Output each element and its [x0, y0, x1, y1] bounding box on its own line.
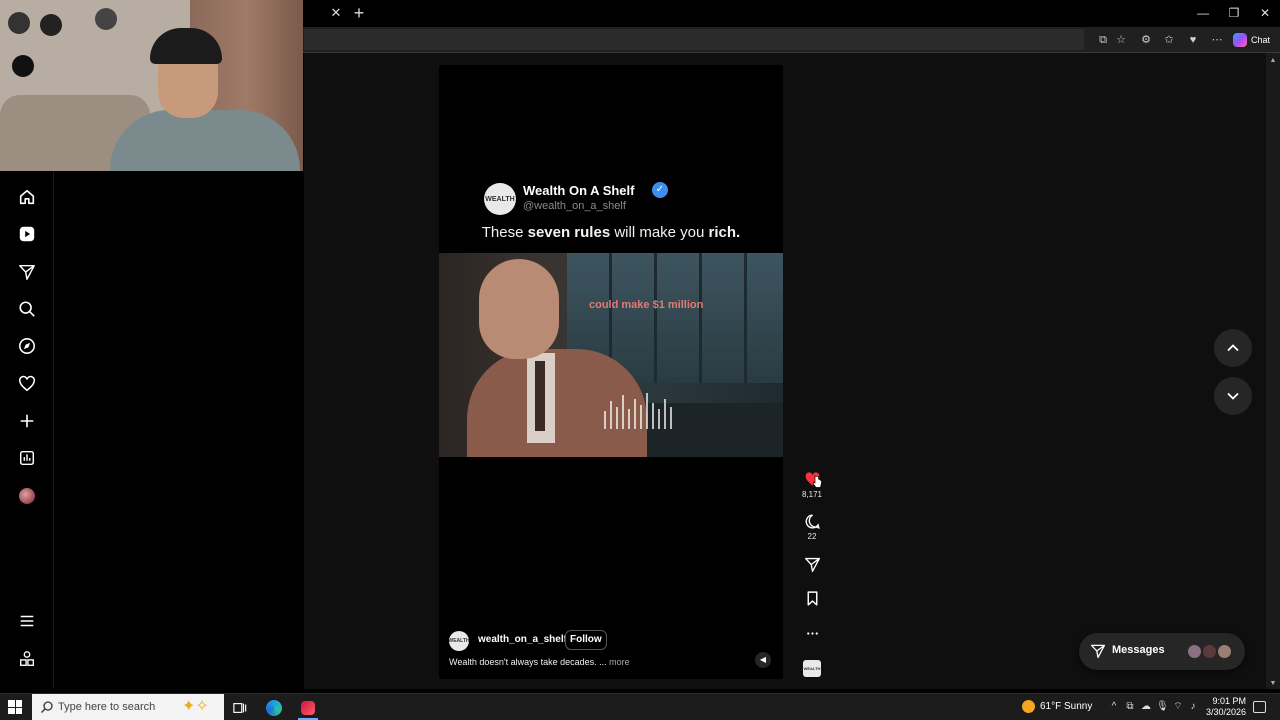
next-reel-button[interactable] — [1214, 377, 1252, 415]
caption-text: Wealth doesn't always take decades. ... — [449, 657, 607, 667]
chevron-up-icon — [1227, 344, 1239, 352]
microphone-icon[interactable]: 🎙 — [1156, 701, 1169, 713]
search-placeholder: Type here to search — [58, 701, 156, 713]
bookmark-icon — [807, 591, 817, 606]
video-subtitle: could make $1 million — [589, 299, 704, 311]
headline-bold: seven rules — [527, 224, 611, 241]
search-icon[interactable] — [17, 299, 37, 319]
hand-cursor-icon — [812, 475, 822, 488]
webcam-overlay — [0, 0, 303, 171]
cloud-icon[interactable]: ☁ — [1140, 701, 1152, 713]
send-icon[interactable] — [17, 262, 37, 282]
minimize-icon[interactable]: — — [1195, 5, 1211, 21]
avatar-text: WEALTH — [803, 666, 821, 671]
post-account-name: Wealth On A Shelf — [523, 183, 635, 198]
share-button[interactable] — [800, 556, 824, 573]
taskbar-search[interactable]: Type here to search ✦✧ — [32, 694, 224, 720]
speaker-icon[interactable]: ♪ — [1187, 701, 1199, 713]
network-icon[interactable]: ⌔ — [1172, 701, 1184, 713]
browser-essentials-icon[interactable]: ♥ — [1186, 33, 1200, 47]
copilot-label: Chat — [1251, 35, 1271, 45]
home-icon[interactable] — [17, 187, 37, 207]
volume-icon[interactable]: ◀ — [755, 652, 771, 668]
copilot-chat-button[interactable]: Chat — [1233, 31, 1270, 49]
chevron-down-icon — [1227, 392, 1239, 400]
search-icon — [41, 701, 53, 713]
favorites-icon[interactable]: ✩ — [1162, 33, 1176, 47]
system-clock[interactable]: 9:01 PM 3/30/2026 — [1200, 696, 1246, 718]
menu-icon[interactable] — [17, 611, 37, 631]
scroll-up-arrow-icon[interactable]: ▲ — [1269, 57, 1277, 65]
notification-icon[interactable] — [1253, 701, 1266, 713]
tray-expand-icon[interactable]: ^ — [1108, 701, 1120, 713]
extensions-icon[interactable]: ⚙ — [1139, 33, 1153, 47]
like-count: 8,171 — [801, 490, 823, 499]
headline-bold: rich. — [708, 224, 741, 241]
messages-label: Messages — [1112, 644, 1165, 656]
share-icon — [804, 557, 820, 572]
copilot-icon — [1233, 33, 1247, 47]
scroll-down-arrow-icon[interactable]: ▼ — [1269, 680, 1277, 688]
message-avatar — [1216, 643, 1233, 660]
follow-button[interactable]: Follow — [565, 630, 607, 650]
reel-video[interactable]: WEALTH Wealth On A Shelf ✓ @wealth_on_a_… — [439, 65, 783, 679]
task-view-icon[interactable] — [230, 698, 250, 718]
tray-app-icon[interactable]: ⧉ — [1124, 701, 1136, 713]
instagram-app-icon[interactable] — [298, 698, 318, 718]
post-avatar: WEALTH — [484, 183, 516, 215]
profile-avatar[interactable] — [17, 486, 37, 506]
messages-button[interactable]: Messages — [1079, 633, 1245, 670]
reel-frame-image: could make $1 million — [439, 253, 783, 457]
ellipsis-icon — [806, 632, 818, 635]
more-options-button[interactable] — [800, 625, 824, 642]
windows-taskbar: Type here to search ✦✧ 61°F Sunny ^ ⧉ ☁ … — [0, 693, 1280, 720]
window-close-icon[interactable]: ✕ — [1257, 5, 1273, 21]
messages-icon — [1090, 644, 1106, 659]
caption-more-link[interactable]: more — [609, 657, 630, 667]
windows-start-icon[interactable] — [8, 700, 22, 714]
audio-thumbnail[interactable]: WEALTH — [803, 660, 821, 677]
comment-icon — [805, 514, 820, 529]
edge-browser-icon[interactable] — [264, 698, 284, 718]
audio-waveform — [604, 393, 672, 429]
verified-badge-icon: ✓ — [652, 182, 668, 198]
previous-reel-button[interactable] — [1214, 329, 1252, 367]
avatar-text: WEALTH — [485, 195, 515, 203]
avatar-text: WEALTH — [448, 638, 470, 644]
post-headline: These seven rules will make you rich. — [439, 224, 783, 241]
split-screen-icon[interactable]: ⧉ — [1096, 33, 1110, 47]
sparkle-icon: ✦✧ — [182, 698, 209, 715]
url-field[interactable] — [304, 29, 1084, 50]
create-icon[interactable] — [17, 411, 37, 431]
more-apps-icon[interactable] — [17, 649, 37, 669]
post-caption: Wealth doesn't always take decades. ... … — [449, 657, 630, 667]
explore-icon[interactable] — [17, 336, 37, 356]
post-header: WEALTH Wealth On A Shelf ✓ @wealth_on_a_… — [484, 181, 744, 215]
clock-date: 3/30/2026 — [1205, 707, 1246, 717]
dashboard-icon[interactable] — [17, 448, 37, 468]
footer-username[interactable]: wealth_on_a_shelf — [478, 634, 567, 645]
sun-icon — [1022, 700, 1035, 713]
favorite-star-icon[interactable]: ☆ — [1114, 33, 1128, 47]
headline-part: will make you — [610, 224, 709, 241]
left-navigation — [0, 171, 54, 689]
comment-button[interactable]: 22 — [800, 513, 824, 541]
clock-time: 9:01 PM — [1212, 696, 1246, 706]
tab-close-icon[interactable]: ✕ — [329, 6, 343, 20]
more-icon[interactable]: ⋯ — [1210, 33, 1224, 47]
reels-icon[interactable] — [17, 224, 37, 244]
comment-count: 22 — [807, 532, 817, 541]
heart-icon[interactable] — [17, 374, 37, 394]
save-button[interactable] — [800, 590, 824, 607]
new-tab-icon[interactable]: + — [351, 4, 367, 22]
weather-widget[interactable]: 61°F Sunny — [1022, 700, 1092, 713]
restore-icon[interactable]: ❐ — [1226, 5, 1242, 21]
headline-part: These — [481, 224, 528, 241]
post-account-handle: @wealth_on_a_shelf — [523, 200, 626, 212]
page-scrollbar[interactable] — [1266, 53, 1280, 689]
footer-avatar[interactable]: WEALTH — [448, 631, 470, 651]
weather-text: 61°F Sunny — [1040, 701, 1093, 712]
